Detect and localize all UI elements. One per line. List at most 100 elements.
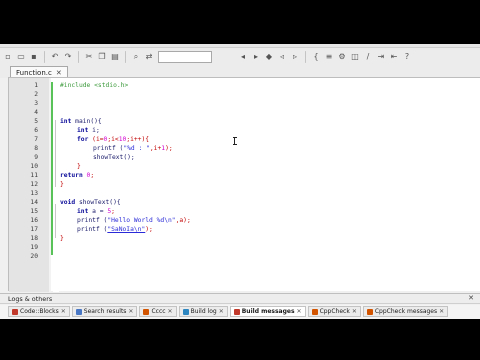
- code-text: int main(){: [60, 117, 102, 126]
- tab-build-messages[interactable]: Build messages ✕: [229, 306, 306, 317]
- tab-search-results[interactable]: Search results ✕: [71, 306, 138, 317]
- keyword: int: [77, 127, 89, 134]
- codeblocks-window: ▫ ▭ ▪ ↶ ↷ ✂ ❐ ▤ ⌕ ⇄ ◂ ▸ ◆ ◃ ▹ { ≡ ⚙ ◫ / …: [0, 44, 480, 319]
- tab-build-log[interactable]: Build log ✕: [178, 306, 228, 317]
- code-token: ,i+: [149, 145, 162, 152]
- code-token: main(){: [71, 118, 102, 125]
- line-number: 19: [9, 243, 480, 252]
- toggle-icon[interactable]: ◫: [349, 51, 361, 63]
- tab-code-blocks[interactable]: Code::Blocks ✕: [8, 306, 70, 317]
- keyword: for: [77, 136, 89, 143]
- check-icon: [311, 308, 318, 315]
- line-number-text: 3: [34, 100, 38, 107]
- string-literal: "%d : ": [123, 145, 150, 152]
- tab-cccc[interactable]: Cccc ✕: [139, 306, 177, 317]
- logs-panel-header: Logs & others ✕: [0, 293, 480, 304]
- tab-cppcheck[interactable]: CppCheck ✕: [307, 306, 361, 317]
- comment-icon[interactable]: /: [362, 51, 374, 63]
- code-text: printf ("SaNoIa\n");: [77, 225, 153, 234]
- close-icon[interactable]: ✕: [468, 294, 474, 302]
- close-icon[interactable]: ✕: [352, 308, 357, 315]
- back-icon[interactable]: ◂: [237, 51, 249, 63]
- mouse-cursor-icon: [233, 137, 237, 145]
- tab-label: Build log: [190, 308, 217, 315]
- editor-tab-bar: Function.c ✕: [0, 64, 480, 79]
- close-icon[interactable]: ✕: [219, 308, 224, 315]
- tab-label: CppCheck: [319, 308, 350, 315]
- code-token: printf (: [93, 145, 124, 152]
- code-line: }: [9, 162, 480, 171]
- unindent-icon[interactable]: ⇤: [388, 51, 400, 63]
- close-icon[interactable]: ✕: [439, 308, 444, 315]
- tab-label: Search results: [83, 308, 127, 315]
- forward-icon[interactable]: ▸: [250, 51, 262, 63]
- code-token: ;: [111, 208, 115, 215]
- match-brace-icon[interactable]: {: [310, 51, 322, 63]
- code-text: return 0;: [60, 171, 94, 180]
- code-text: int a = 5;: [77, 207, 115, 216]
- code-token: i;: [88, 127, 100, 134]
- code-text: showText();: [93, 154, 135, 161]
- new-file-icon[interactable]: ▫: [2, 51, 14, 63]
- code-editor[interactable]: 1 2 3 4 5 6 7 8 9 10 11 12 13 14 15 16 17 18 19 20 #include…: [8, 77, 480, 292]
- code-line: }: [9, 180, 480, 189]
- keyword: return: [60, 172, 83, 179]
- keyword: int: [77, 208, 89, 215]
- code-line: printf ("SaNoIa\n");: [9, 225, 480, 234]
- line-number-text: 13: [30, 190, 38, 197]
- bookmark-icon[interactable]: ◆: [263, 51, 275, 63]
- next-bookmark-icon[interactable]: ▹: [289, 51, 301, 63]
- replace-icon[interactable]: ⇄: [143, 51, 155, 63]
- toolbar-separator: [305, 50, 306, 63]
- code-token: );: [165, 145, 173, 152]
- cut-icon[interactable]: ✂: [83, 51, 95, 63]
- close-icon[interactable]: ✕: [168, 308, 173, 315]
- tab-label: Code::Blocks: [20, 308, 59, 315]
- code-token: printf (: [77, 226, 108, 233]
- redo-icon[interactable]: ↷: [62, 51, 74, 63]
- code-line: int main(){: [9, 117, 480, 126]
- prev-bookmark-icon[interactable]: ◃: [276, 51, 288, 63]
- code-line: int a = 5;: [9, 207, 480, 216]
- close-icon[interactable]: ✕: [61, 308, 66, 315]
- copy-icon[interactable]: ❐: [96, 51, 108, 63]
- line-number: 20: [9, 252, 480, 261]
- line-number: 2: [9, 90, 480, 99]
- options-icon[interactable]: ⚙: [336, 51, 348, 63]
- code-line: return 0;: [9, 171, 480, 180]
- gear-icon: [182, 308, 189, 315]
- code-token: ;i<: [107, 136, 119, 143]
- close-icon[interactable]: ✕: [128, 308, 133, 315]
- code-line: showText();: [9, 153, 480, 162]
- code-line: printf ("%d : ",i+1);: [9, 144, 480, 153]
- line-number-text: 2: [34, 91, 38, 98]
- tab-label: Build messages: [241, 308, 295, 315]
- save-icon[interactable]: ▪: [28, 51, 40, 63]
- code-text: }: [60, 181, 64, 188]
- code-line: for (i=0;i<10;i++){: [9, 135, 480, 144]
- logs-panel-title: Logs & others: [8, 295, 53, 303]
- find-icon[interactable]: ⌕: [130, 51, 142, 63]
- keyword: int: [60, 118, 72, 125]
- line-number-text: 4: [34, 109, 38, 116]
- code-text: #include <stdio.h>: [60, 82, 129, 89]
- code-token: a =: [88, 208, 108, 215]
- help-icon[interactable]: ?: [401, 51, 413, 63]
- indent-icon[interactable]: ⇥: [375, 51, 387, 63]
- open-file-icon[interactable]: ▭: [15, 51, 27, 63]
- undo-icon[interactable]: ↶: [49, 51, 61, 63]
- highlight-icon[interactable]: ≡: [323, 51, 335, 63]
- close-icon[interactable]: ✕: [297, 308, 302, 315]
- line-number: 4: [9, 108, 480, 117]
- string-literal: "SaNoIa\n": [107, 226, 146, 233]
- bottom-black-bar: [0, 319, 480, 360]
- line-number-text: 20: [30, 253, 38, 260]
- top-black-bar: [0, 0, 480, 44]
- code-line: }: [9, 234, 480, 243]
- tab-cppcheck-messages[interactable]: CppCheck messages ✕: [362, 306, 449, 317]
- jump-combo[interactable]: [158, 50, 212, 63]
- line-number-text: 19: [30, 244, 38, 251]
- code-text: for (i=0;i<10;i++){: [77, 135, 149, 144]
- code-text: printf ("Hello World %d\n",a);: [77, 216, 191, 225]
- paste-icon[interactable]: ▤: [109, 51, 121, 63]
